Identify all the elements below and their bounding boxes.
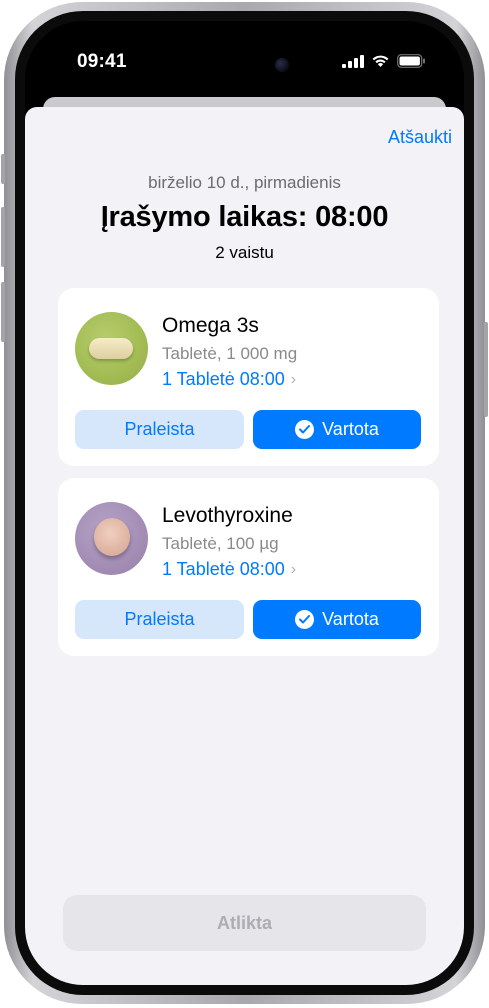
taken-button[interactable]: Vartota [253,600,421,639]
screen: 09:41 Atšaukti birželio 10 d., pirmadien… [25,21,464,985]
cancel-button[interactable]: Atšaukti [388,127,452,148]
taken-label: Vartota [322,609,379,629]
bezel: 09:41 Atšaukti birželio 10 d., pirmadien… [15,11,474,995]
wifi-icon [372,55,389,67]
medication-card-omega-3s: Omega 3s Tabletė, 1 000 mg 1 Tabletė 08:… [58,288,439,466]
capsule-icon [75,312,148,385]
camera-icon [275,58,289,72]
cellular-signal-icon [342,54,364,68]
log-sheet: Atšaukti birželio 10 d., pirmadienis Įra… [25,107,464,985]
page-title: Įrašymo laikas: 08:00 [100,201,389,233]
phone-frame: 09:41 Atšaukti birželio 10 d., pirmadien… [1,2,488,1004]
done-button[interactable]: Atlikta [63,895,426,951]
schedule-label: 1 Tabletė 08:00 [162,559,285,579]
medication-count: 2 vaistu [215,243,274,262]
skipped-button[interactable]: Praleista [75,410,244,449]
medication-detail: Tabletė, 100 µg [162,534,279,553]
volume-down-button [1,282,5,342]
chevron-right-icon: › [290,370,297,388]
round-pill-icon [75,502,148,575]
checkmark-icon [295,420,315,439]
battery-icon [397,54,425,68]
status-time: 09:41 [77,51,127,72]
taken-button[interactable]: Vartota [253,410,421,449]
taken-label: Vartota [322,419,379,439]
action-button [1,154,5,184]
checkmark-icon [295,610,315,629]
power-button [484,322,488,417]
medication-name: Omega 3s [162,314,259,337]
status-icons [342,54,426,68]
chevron-right-icon: › [290,560,297,578]
dynamic-island [177,47,303,83]
volume-up-button [1,207,5,267]
schedule-link[interactable]: 1 Tabletė 08:00 › [162,559,296,580]
schedule-link[interactable]: 1 Tabletė 08:00 › [162,369,296,390]
medication-detail: Tabletė, 1 000 mg [162,344,298,363]
medication-card-levothyroxine: Levothyroxine Tabletė, 100 µg 1 Tabletė … [58,478,439,656]
schedule-label: 1 Tabletė 08:00 [162,369,285,389]
skipped-button[interactable]: Praleista [75,600,244,639]
medication-name: Levothyroxine [162,504,293,527]
date-label: birželio 10 d., pirmadienis [148,173,341,192]
